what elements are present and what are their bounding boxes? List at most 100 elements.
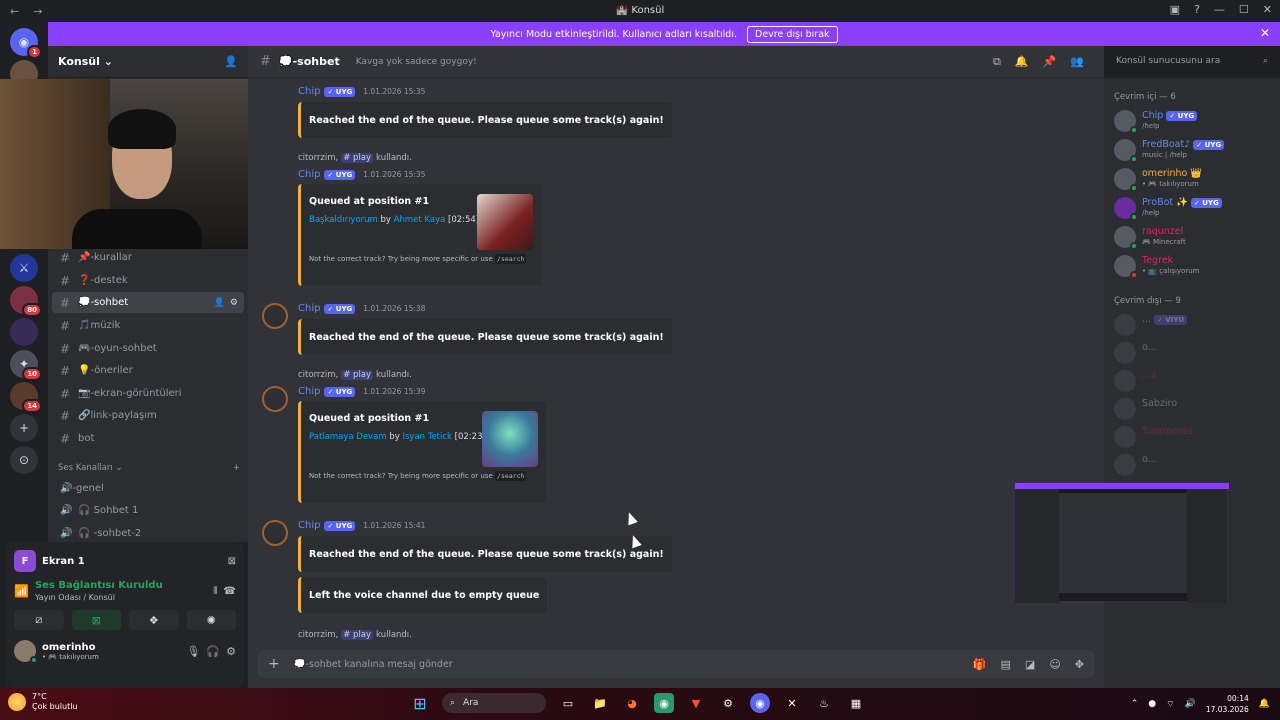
apps-icon[interactable]: ✥ [1075, 658, 1084, 671]
sticker-icon[interactable]: ◪ [1025, 658, 1035, 671]
member-item[interactable]: FredBoat♪ ✓ UYG music | /help [1114, 139, 1225, 163]
member-item[interactable]: omerinho 👑 • 🎮 takılıyorum [1114, 168, 1202, 192]
channel-bot[interactable]: # bot [52, 428, 244, 449]
album-thumbnail[interactable] [477, 194, 533, 250]
member-item[interactable]: ... ✓ VIYU [1114, 314, 1188, 336]
member-item[interactable]: ProBot ✨ ✓ UYG/help [1114, 197, 1222, 221]
avatar[interactable] [262, 303, 288, 329]
song-link[interactable]: Patlamaya Devam [309, 432, 387, 442]
add-server-icon[interactable]: + [10, 414, 38, 442]
discord-home-icon[interactable]: ◉ 1 [10, 28, 42, 59]
discord-taskbar-icon[interactable]: ◉ [750, 693, 770, 713]
artist-link[interactable]: Isyan Tetick [402, 432, 452, 442]
server-icon[interactable]: 80 [10, 286, 42, 317]
activities-button[interactable]: ❖ [129, 610, 179, 630]
member-item[interactable]: ...a [1114, 370, 1157, 392]
notifications-icon[interactable]: 🔔 [1259, 699, 1270, 709]
settings-icon[interactable]: ⚙ [230, 298, 238, 308]
minimize-icon[interactable]: — [1214, 3, 1225, 16]
channel-link-paylasim[interactable]: # 🔗link-paylaşım [52, 405, 244, 426]
screen-share-button[interactable]: ⊠ [71, 610, 121, 630]
mic-icon[interactable]: 🎙 [186, 645, 200, 658]
banner-close-icon[interactable]: ✕ [1260, 26, 1270, 40]
emoji-icon[interactable]: ☺ [1049, 658, 1060, 671]
voice-status[interactable]: Ses Bağlantısı Kuruldu [35, 580, 163, 591]
member-item[interactable]: o... [1114, 454, 1157, 476]
server-icon[interactable] [10, 318, 38, 346]
channel-topic[interactable]: Kavga yok sadece goygoy! [356, 57, 477, 67]
member-item[interactable]: Toosmeras [1114, 426, 1193, 448]
app-icon[interactable]: ▦ [846, 693, 866, 713]
discover-icon[interactable]: ⊙ [10, 446, 38, 474]
member-item[interactable]: Chip ✓ UYG/help [1114, 110, 1198, 134]
app-icon[interactable]: ✕ [782, 693, 802, 713]
message-input[interactable]: + 💭-sohbet kanalına mesaj gönder 🎁 ▤ ◪ ☺… [258, 650, 1094, 678]
task-view-icon[interactable]: ▭ [558, 693, 578, 713]
steam-icon[interactable]: ♨ [814, 693, 834, 713]
noise-suppression-icon[interactable]: ⦀ [213, 586, 217, 597]
headphones-icon[interactable]: 🎧 [206, 645, 220, 658]
member-list-icon[interactable]: 👥 [1070, 55, 1084, 69]
channel-ekran-goruntuleri[interactable]: # 📷-ekran-görüntüleri [52, 383, 244, 404]
member-item[interactable]: Sabziro [1114, 398, 1177, 420]
pinned-icon[interactable]: 📌 [1043, 55, 1057, 69]
file-explorer-icon[interactable]: 📁 [590, 693, 610, 713]
add-channel-icon[interactable]: + [233, 463, 240, 473]
volume-icon[interactable]: 🔊 [1185, 699, 1196, 709]
channel-oneriler[interactable]: # 💡-öneriler [52, 360, 244, 381]
app-icon[interactable]: ◉ [654, 693, 674, 713]
stop-stream-icon[interactable]: ⊠ [228, 556, 236, 567]
command-chip[interactable]: # play [341, 370, 374, 380]
voice-channel-name[interactable]: Yayın Odası / Konsül [35, 593, 163, 602]
song-link[interactable]: Başkaldırıyorum [309, 215, 378, 225]
avatar[interactable] [14, 640, 38, 664]
tray-app-icon[interactable]: ● [1148, 699, 1156, 709]
close-window-icon[interactable]: ✕ [1263, 3, 1272, 16]
command-chip[interactable]: # play [341, 630, 374, 640]
user-settings-icon[interactable]: ⚙ [226, 645, 236, 658]
member-item[interactable]: Tegrek • 📺 çalışıyorum [1114, 255, 1199, 279]
member-item[interactable]: o... [1114, 342, 1157, 364]
command-reply[interactable]: citorrzim, # play kullandı. [298, 370, 412, 380]
member-item[interactable]: raqunzel 🎮 Minecraft [1114, 226, 1186, 250]
disconnect-icon[interactable]: ☎ [224, 586, 236, 597]
voice-channel-genel[interactable]: 🔊-genel [52, 478, 244, 499]
channel-sohbet[interactable]: # 💭-sohbet 👤 ⚙ [52, 292, 244, 313]
avatar[interactable] [262, 386, 288, 412]
command-reply[interactable]: citorrzim, # play kullandı. [298, 630, 412, 640]
channel-destek[interactable]: # ❓-destek [52, 270, 244, 291]
stream-preview[interactable] [1014, 482, 1229, 603]
artist-link[interactable]: Ahmet Kaya [394, 215, 446, 225]
clock[interactable]: 00:14 17.03.2026 [1206, 693, 1249, 715]
firefox-icon[interactable]: ◕ [622, 693, 642, 713]
add-member-icon[interactable]: 👤 [224, 55, 238, 68]
message-author[interactable]: Chip ✓ UYG 1.01.2026 15:38 [298, 303, 425, 314]
inbox-icon[interactable]: ▣ [1170, 3, 1180, 16]
disable-streamer-mode-button[interactable]: Devre dışı bırak [747, 25, 838, 43]
command-reply[interactable]: citorrzim, # play kullandı. [298, 153, 412, 163]
invite-icon[interactable]: 👤 [214, 298, 225, 308]
taskbar-search[interactable]: ⌕ Ara [442, 693, 546, 713]
tray-chevron-icon[interactable]: ⌃ [1131, 699, 1139, 709]
weather-widget[interactable]: 7°C Çok bulutlu [8, 692, 78, 712]
help-icon[interactable]: ? [1194, 3, 1200, 16]
gif-icon[interactable]: ▤ [1001, 658, 1011, 671]
notification-bell-icon[interactable]: 🔔 [1015, 55, 1029, 69]
server-icon[interactable]: 14 [10, 382, 42, 413]
threads-icon[interactable]: ⧉ [993, 55, 1001, 69]
voice-category[interactable]: Ses Kanalları ⌄ + [58, 463, 240, 473]
voice-channel-sohbet-2[interactable]: 🔊 🎧 -sohbet-2 [52, 523, 244, 544]
voice-channel-sohbet-1[interactable]: 🔊 🎧 Sohbet 1 [52, 500, 244, 521]
windows-start-icon[interactable]: ⊞ [410, 693, 430, 713]
channel-oyun-sohbet[interactable]: # 🎮-oyun-sohbet [52, 338, 244, 359]
camera-off-button[interactable]: ⧄ [14, 610, 64, 630]
server-header[interactable]: Konsül ⌄ 👤 [48, 46, 248, 78]
attach-icon[interactable]: + [268, 656, 280, 672]
server-search-input[interactable]: Konsül sunucusunu ara ⌕ [1110, 52, 1274, 72]
avatar[interactable] [262, 520, 288, 546]
message-author[interactable]: Chip ✓ UYG 1.01.2026 15:41 [298, 520, 425, 531]
back-icon[interactable]: ← [10, 5, 19, 18]
message-author[interactable]: Chip ✓ UYG 1.01.2026 15:35 [298, 86, 425, 97]
gift-icon[interactable]: 🎁 [973, 658, 987, 671]
server-icon[interactable]: ⚔ [10, 254, 38, 282]
